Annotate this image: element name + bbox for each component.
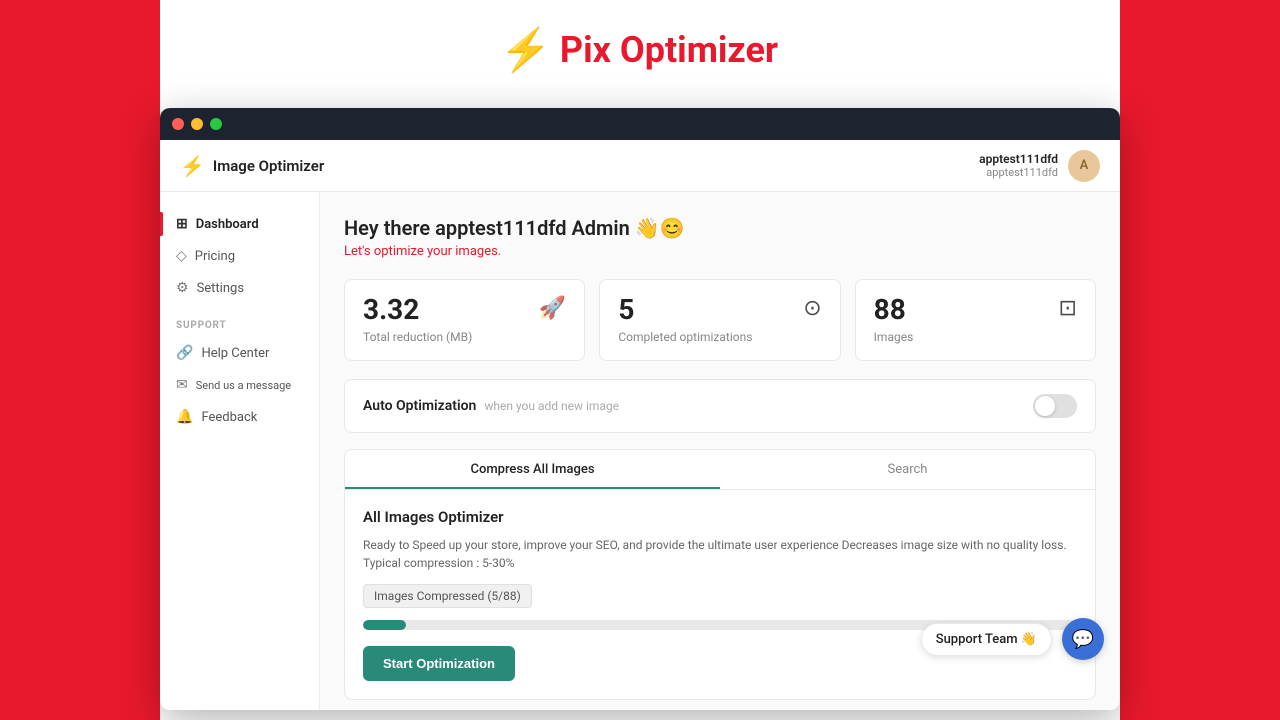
settings-icon: ⚙ — [176, 280, 189, 296]
sidebar-nav-section: ⊞ Dashboard ◇ Pricing ⚙ Settings — [160, 208, 319, 304]
auto-opt-sublabel: when you add new image — [484, 399, 619, 413]
sidebar-item-help-center[interactable]: 🔗 Help Center — [160, 337, 319, 369]
auto-opt-left: Auto Optimization when you add new image — [363, 398, 619, 414]
stat-card-reduction: 3.32 Total reduction (MB) 🚀 — [344, 279, 585, 361]
auto-opt-toggle[interactable] — [1033, 394, 1077, 418]
tab-search[interactable]: Search — [720, 450, 1095, 489]
stats-row: 3.32 Total reduction (MB) 🚀 5 Completed … — [344, 279, 1096, 361]
tab-content: All Images Optimizer Ready to Speed up y… — [345, 490, 1095, 699]
sidebar-item-send-message[interactable]: ✉ Send us a message — [160, 369, 319, 401]
top-nav: ⚡ Image Optimizer apptest111dfd apptest1… — [160, 140, 1120, 192]
optimizer-title: All Images Optimizer — [363, 508, 1077, 526]
toggle-knob — [1035, 396, 1055, 416]
nav-brand: ⚡ Image Optimizer — [180, 154, 324, 178]
user-info: apptest111dfd apptest111dfd — [979, 152, 1058, 179]
send-message-icon: ✉ — [176, 377, 188, 393]
stat-card-images: 88 Images ⊡ — [855, 279, 1096, 361]
sidebar-item-label: Pricing — [195, 249, 235, 264]
sidebar-support-section: SUPPORT 🔗 Help Center ✉ Send us a messag… — [160, 320, 319, 433]
help-center-icon: 🔗 — [176, 345, 193, 361]
nav-brand-name: Image Optimizer — [213, 157, 324, 175]
optimizer-desc: Ready to Speed up your store, improve yo… — [363, 536, 1077, 572]
browser-dot-green[interactable] — [210, 118, 222, 130]
auto-optimization-card: Auto Optimization when you add new image — [344, 379, 1096, 433]
sidebar-item-label: Send us a message — [196, 379, 291, 392]
pricing-icon: ◇ — [176, 248, 187, 264]
main-content: Hey there apptest111dfd Admin 👋😊 Let's o… — [320, 192, 1120, 710]
brand-bolt-icon: ⚡ — [502, 26, 550, 74]
nav-bolt-icon: ⚡ — [180, 154, 205, 178]
tabs-container: Compress All Images Search All Images Op… — [344, 449, 1096, 700]
sidebar: ⊞ Dashboard ◇ Pricing ⚙ Settings SUPPORT… — [160, 192, 320, 710]
nav-user: apptest111dfd apptest111dfd A — [979, 150, 1100, 182]
tab-compress-all[interactable]: Compress All Images — [345, 450, 720, 489]
brand-logo: ⚡ Pix Optimizer — [502, 26, 778, 74]
stat-value-reduction: 3.32 — [363, 296, 472, 324]
stat-label-optimizations: Completed optimizations — [618, 330, 752, 344]
stat-value-optimizations: 5 — [618, 296, 752, 324]
brand-name: Pix Optimizer — [560, 29, 778, 71]
chat-icon: 💬 — [1072, 629, 1094, 650]
sidebar-item-pricing[interactable]: ◇ Pricing — [160, 240, 319, 272]
browser-dot-red[interactable] — [172, 118, 184, 130]
stat-label-images: Images — [874, 330, 914, 344]
sidebar-item-feedback[interactable]: 🔔 Feedback — [160, 401, 319, 433]
dashboard-icon: ⊞ — [176, 216, 188, 232]
support-widget: Support Team 👋 💬 — [921, 618, 1104, 660]
progress-bar-fill — [363, 620, 406, 630]
support-bubble[interactable]: Support Team 👋 — [921, 623, 1052, 656]
tabs-header: Compress All Images Search — [345, 450, 1095, 490]
browser-chrome — [160, 108, 1120, 140]
sidebar-item-label: Dashboard — [196, 217, 259, 232]
stat-icon-reduction: 🚀 — [539, 296, 566, 321]
page-greeting: Hey there apptest111dfd Admin 👋😊 — [344, 216, 1096, 240]
user-email: apptest111dfd — [979, 166, 1058, 179]
support-section-label: SUPPORT — [160, 320, 319, 331]
page-subtitle: Let's optimize your images. — [344, 244, 1096, 259]
sidebar-item-label: Help Center — [201, 346, 269, 361]
top-branding: ⚡ Pix Optimizer — [0, 0, 1280, 100]
sidebar-item-label: Settings — [197, 281, 244, 296]
stat-icon-images: ⊡ — [1059, 296, 1077, 321]
browser-dot-yellow[interactable] — [191, 118, 203, 130]
stat-label-reduction: Total reduction (MB) — [363, 330, 472, 344]
app-footer: ℹ Learn more about Terms of use ↗ — [344, 700, 1096, 710]
start-optimization-button[interactable]: Start Optimization — [363, 646, 515, 681]
avatar: A — [1068, 150, 1100, 182]
auto-opt-label: Auto Optimization — [363, 398, 476, 414]
stat-value-images: 88 — [874, 296, 914, 324]
sidebar-item-label: Feedback — [201, 410, 257, 425]
sidebar-item-dashboard[interactable]: ⊞ Dashboard — [160, 208, 319, 240]
user-name: apptest111dfd — [979, 152, 1058, 166]
feedback-icon: 🔔 — [176, 409, 193, 425]
browser-window: ⚡ Image Optimizer apptest111dfd apptest1… — [160, 108, 1120, 710]
stat-icon-optimizations: ⊙ — [803, 296, 821, 321]
app-body: ⊞ Dashboard ◇ Pricing ⚙ Settings SUPPORT… — [160, 192, 1120, 710]
support-chat-button[interactable]: 💬 — [1062, 618, 1104, 660]
stat-card-optimizations: 5 Completed optimizations ⊙ — [599, 279, 840, 361]
images-badge: Images Compressed (5/88) — [363, 584, 532, 608]
sidebar-item-settings[interactable]: ⚙ Settings — [160, 272, 319, 304]
